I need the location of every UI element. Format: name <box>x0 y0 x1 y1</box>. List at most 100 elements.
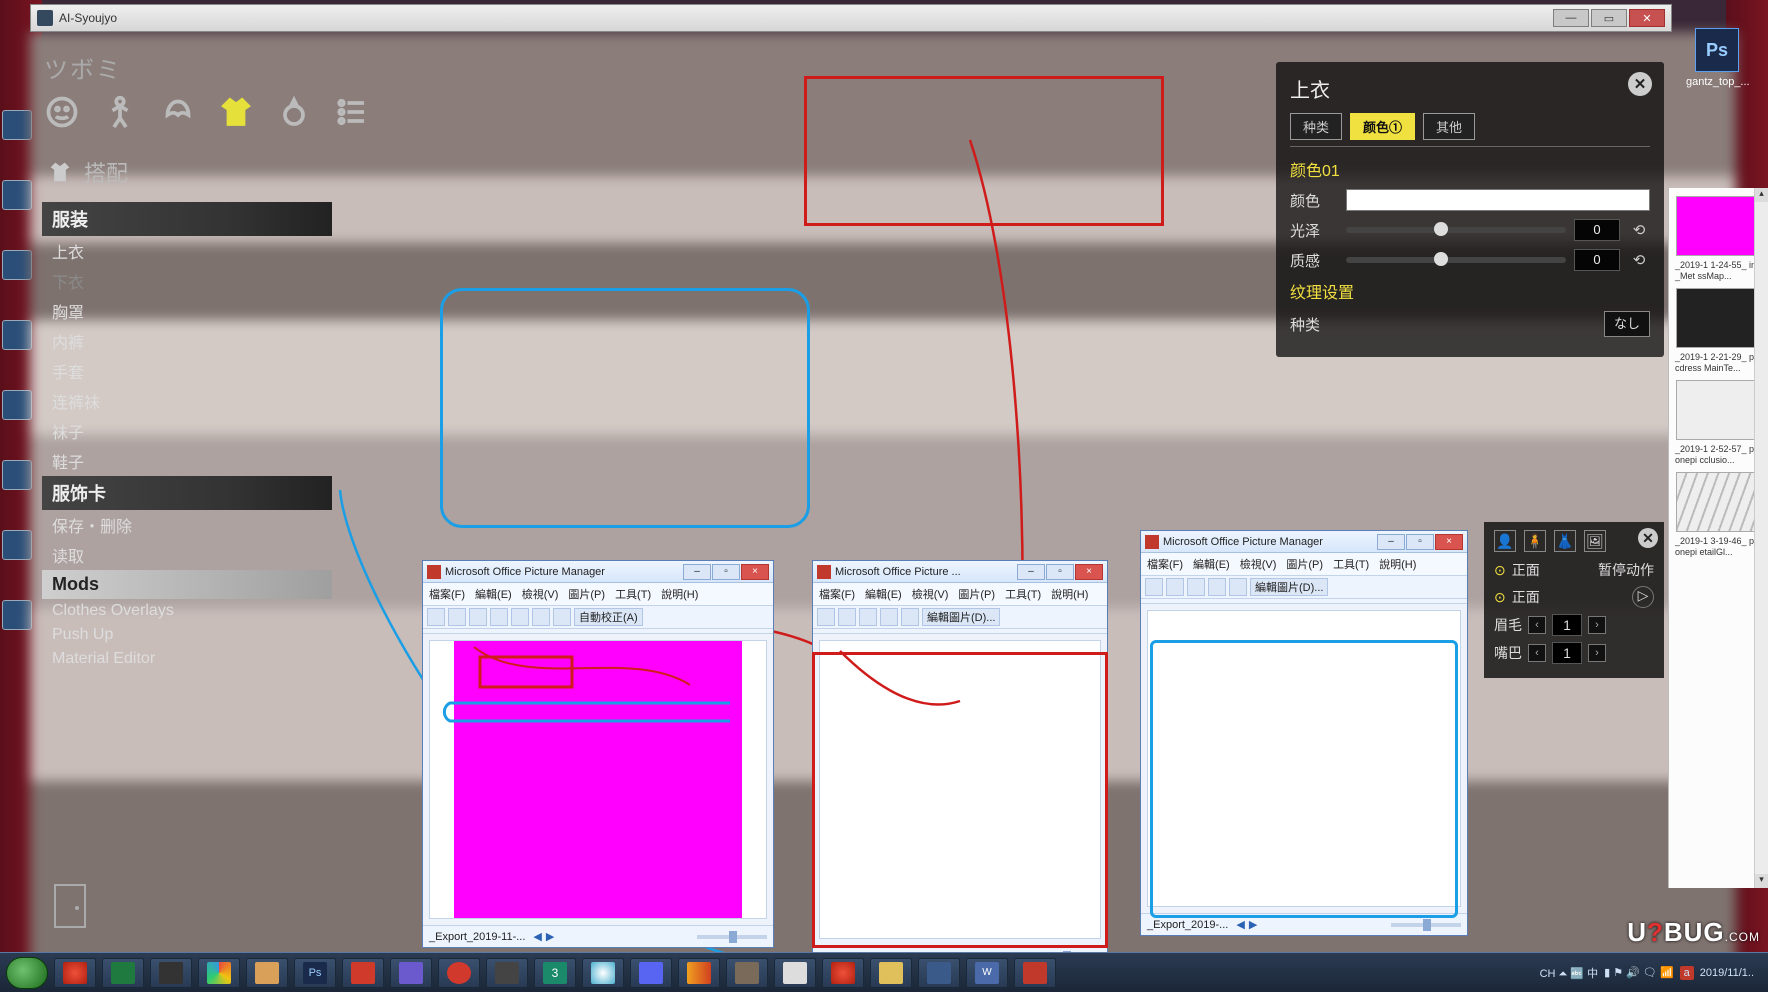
desktop-shortcut[interactable] <box>2 320 32 350</box>
menu-help[interactable]: 說明(H) <box>661 586 698 602</box>
taskbar-item[interactable]: W <box>966 958 1008 988</box>
taskbar-item[interactable] <box>198 958 240 988</box>
menu-file[interactable]: 檔案(F) <box>1147 556 1183 572</box>
taskbar-item[interactable]: 3 <box>534 958 576 988</box>
menu-tools[interactable]: 工具(T) <box>1333 556 1369 572</box>
taskbar-item[interactable] <box>246 958 288 988</box>
desktop-shortcut[interactable] <box>2 250 32 280</box>
tool-button[interactable] <box>532 608 550 626</box>
tool-button[interactable] <box>901 608 919 626</box>
pm-titlebar[interactable]: Microsoft Office Picture ... –▫× <box>813 561 1107 583</box>
sidebar-item[interactable]: 鞋子 <box>42 446 332 476</box>
desktop-shortcut[interactable] <box>2 390 32 420</box>
menu-file[interactable]: 檔案(F) <box>819 586 855 602</box>
hair-icon[interactable] <box>160 94 196 130</box>
list-icon[interactable] <box>334 94 370 130</box>
sidebar-item[interactable]: 袜子 <box>42 416 332 446</box>
tool-button[interactable] <box>427 608 445 626</box>
desktop-photoshop-shortcut[interactable]: Ps gantz_top_... <box>1686 28 1748 88</box>
tool-button[interactable] <box>859 608 877 626</box>
menu-view[interactable]: 檢視(V) <box>912 586 949 602</box>
taskbar-item[interactable] <box>582 958 624 988</box>
picture-manager-window-2[interactable]: Microsoft Office Picture ... –▫× 檔案(F) 編… <box>812 560 1108 968</box>
accessory-icon[interactable] <box>276 94 312 130</box>
pm-titlebar[interactable]: Microsoft Office Picture Manager –▫× <box>1141 531 1467 553</box>
maximize-button[interactable]: ▭ <box>1591 9 1627 27</box>
tab-type[interactable]: 种类 <box>1290 113 1342 140</box>
pm-menu[interactable]: 檔案(F) 編輯(E) 檢視(V) 圖片(P) 工具(T) 說明(H) <box>813 583 1107 606</box>
menu-help[interactable]: 說明(H) <box>1379 556 1416 572</box>
file-thumbnail[interactable] <box>1676 472 1762 532</box>
window-titlebar[interactable]: AI-Syoujyo — ▭ ✕ <box>30 4 1672 32</box>
minimize-button[interactable]: – <box>683 564 711 580</box>
face-icon[interactable] <box>44 94 80 130</box>
taskbar-item[interactable]: Ps <box>294 958 336 988</box>
file-thumbnail[interactable] <box>1676 380 1762 440</box>
menu-edit[interactable]: 編輯(E) <box>865 586 902 602</box>
sidebar-item[interactable]: 胸罩 <box>42 296 332 326</box>
sidebar-item[interactable]: Clothes Overlays <box>42 599 332 623</box>
pm-titlebar[interactable]: Microsoft Office Picture Manager –▫× <box>423 561 773 583</box>
sidebar-item[interactable]: 内裤 <box>42 326 332 356</box>
menu-view[interactable]: 檢視(V) <box>1240 556 1277 572</box>
sidebar-item[interactable]: Push Up <box>42 623 332 647</box>
zoom-slider[interactable] <box>1391 923 1461 927</box>
sidebar-item[interactable]: 上衣 <box>42 236 332 266</box>
taskbar-item[interactable] <box>438 958 480 988</box>
clothes-icon[interactable] <box>218 94 254 130</box>
pose-icon[interactable]: 👗 <box>1554 530 1576 552</box>
pm-menu[interactable]: 檔案(F) 編輯(E) 檢視(V) 圖片(P) 工具(T) 說明(H) <box>1141 553 1467 576</box>
tool-autocorrect[interactable]: 自動校正(A) <box>574 608 643 626</box>
reset-icon[interactable]: ⟲ <box>1628 219 1650 241</box>
pm-viewbar[interactable] <box>813 629 1107 634</box>
file-thumbnail[interactable] <box>1676 288 1762 348</box>
menu-help[interactable]: 說明(H) <box>1051 586 1088 602</box>
tool-button[interactable] <box>1145 578 1163 596</box>
pm-toolbar[interactable]: 編輯圖片(D)... <box>813 606 1107 629</box>
maximize-button[interactable]: ▫ <box>712 564 740 580</box>
tool-button[interactable] <box>1187 578 1205 596</box>
type-value[interactable]: なし <box>1604 311 1650 337</box>
texture-value[interactable]: 0 <box>1574 249 1620 271</box>
tool-button[interactable] <box>511 608 529 626</box>
tool-button[interactable] <box>553 608 571 626</box>
minimize-button[interactable]: – <box>1017 564 1045 580</box>
menu-picture[interactable]: 圖片(P) <box>1286 556 1323 572</box>
gloss-slider[interactable] <box>1346 227 1566 233</box>
taskbar-item[interactable] <box>870 958 912 988</box>
desktop-shortcut[interactable] <box>2 110 32 140</box>
picture-manager-window-1[interactable]: Microsoft Office Picture Manager –▫× 檔案(… <box>422 560 774 948</box>
close-button[interactable]: × <box>1075 564 1103 580</box>
next-icon[interactable]: ▶ <box>1249 918 1257 931</box>
sidebar-item[interactable]: 读取 <box>42 540 332 570</box>
tool-button[interactable] <box>1208 578 1226 596</box>
close-button[interactable]: × <box>1435 534 1463 550</box>
menu-tools[interactable]: 工具(T) <box>615 586 651 602</box>
sidebar-item[interactable]: 手套 <box>42 356 332 386</box>
tray-ime[interactable]: CH ⏶ 🔤 中 <box>1540 965 1599 981</box>
pose-icon[interactable]: 🧍 <box>1524 530 1546 552</box>
color-swatch[interactable] <box>1346 189 1650 211</box>
tool-button[interactable] <box>838 608 856 626</box>
tool-button[interactable] <box>1166 578 1184 596</box>
body-icon[interactable] <box>102 94 138 130</box>
menu-file[interactable]: 檔案(F) <box>429 586 465 602</box>
close-button[interactable]: ✕ <box>1629 9 1665 27</box>
prev-icon[interactable]: ◀ <box>1236 918 1244 931</box>
tool-edit-picture[interactable]: 編輯圖片(D)... <box>1250 578 1328 596</box>
taskbar-item[interactable] <box>54 958 96 988</box>
desktop-shortcut[interactable] <box>2 180 32 210</box>
menu-edit[interactable]: 編輯(E) <box>1193 556 1230 572</box>
taskbar-item[interactable] <box>678 958 720 988</box>
file-thumbnail[interactable] <box>1676 196 1762 256</box>
sidebar-item[interactable]: 下衣 <box>42 266 332 296</box>
panel-close-icon[interactable]: ✕ <box>1638 528 1658 548</box>
tab-color[interactable]: 颜色① <box>1350 113 1415 140</box>
maximize-button[interactable]: ▫ <box>1406 534 1434 550</box>
taskbar-item[interactable] <box>630 958 672 988</box>
menu-tools[interactable]: 工具(T) <box>1005 586 1041 602</box>
prev-icon[interactable]: ◀ <box>533 930 541 943</box>
pm-menu[interactable]: 檔案(F) 編輯(E) 檢視(V) 圖片(P) 工具(T) 說明(H) <box>423 583 773 606</box>
close-button[interactable]: × <box>741 564 769 580</box>
start-button[interactable] <box>6 957 48 989</box>
